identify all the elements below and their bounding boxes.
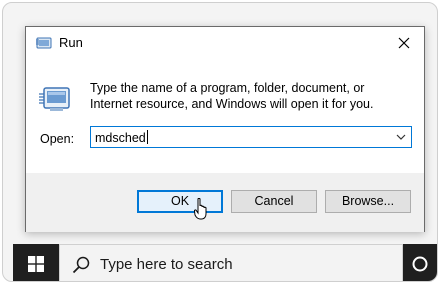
cortana-icon — [412, 256, 428, 272]
cortana-button[interactable] — [403, 244, 437, 281]
start-button[interactable] — [13, 244, 59, 281]
cancel-button[interactable]: Cancel — [231, 190, 317, 213]
title-bar[interactable]: Run — [26, 27, 424, 59]
mouse-cursor-icon — [194, 198, 207, 220]
dropdown-arrow-icon[interactable] — [395, 131, 407, 143]
open-combobox[interactable]: mdsched — [90, 126, 412, 148]
search-placeholder: Type here to search — [100, 256, 233, 273]
dialog-footer: OK Cancel Browse... — [26, 173, 424, 232]
dialog-title: Run — [59, 35, 83, 50]
taskbar: Type here to search — [13, 244, 437, 281]
open-input[interactable]: mdsched — [95, 130, 148, 145]
ok-button[interactable]: OK — [137, 190, 223, 213]
open-input-text: mdsched — [95, 131, 146, 145]
browse-button[interactable]: Browse... — [325, 190, 411, 213]
run-icon — [36, 37, 52, 49]
dialog-description: Type the name of a program, folder, docu… — [90, 81, 374, 111]
taskbar-search-box[interactable]: Type here to search — [59, 244, 403, 281]
close-icon — [398, 37, 410, 49]
text-caret — [146, 130, 148, 144]
run-program-icon — [39, 87, 70, 111]
open-label: Open: — [40, 132, 75, 146]
windows-start-icon — [28, 256, 44, 272]
screenshot-frame: Run Type the name of a program, folder, … — [2, 2, 438, 282]
close-button[interactable] — [384, 27, 424, 59]
search-icon — [72, 256, 90, 274]
run-dialog: Run Type the name of a program, folder, … — [25, 26, 425, 232]
